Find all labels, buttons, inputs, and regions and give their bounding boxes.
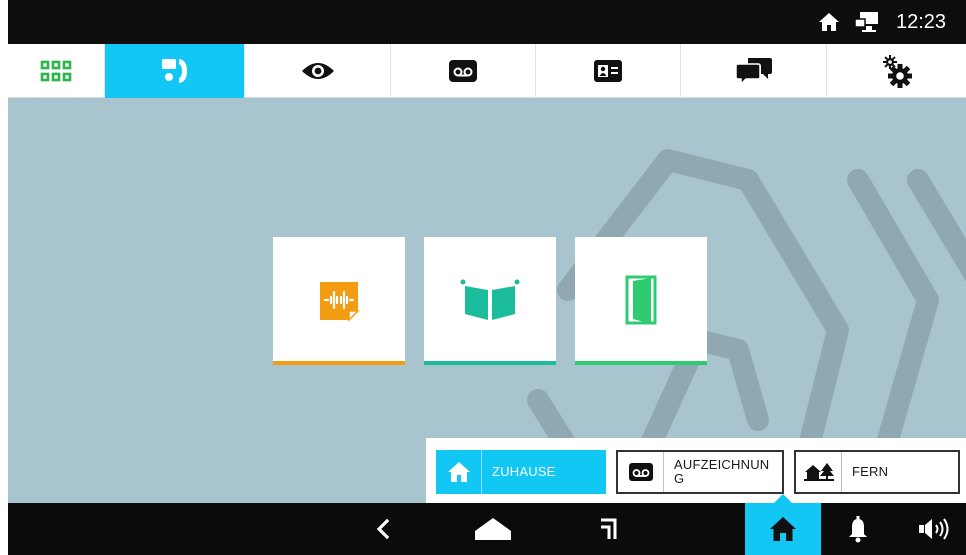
mode-recording-label: AUFZEICHNUN G	[674, 457, 770, 486]
mode-selector: ZUHAUSE AUFZEICHNUN G FERN	[426, 438, 966, 506]
eye-icon	[301, 63, 334, 79]
open-door-icon	[625, 275, 657, 325]
volume-icon	[918, 518, 948, 540]
intercom-screen: 12:23 ZUHAUSE AUFZEICHNUN G FERN	[8, 0, 966, 555]
back-button[interactable]	[358, 503, 408, 555]
tab-settings[interactable]	[827, 44, 966, 98]
apps-grid-icon	[40, 60, 72, 82]
tab-messages[interactable]	[681, 44, 827, 98]
home-button[interactable]	[463, 503, 523, 555]
voicemail-icon	[449, 60, 477, 82]
clock: 12:23	[896, 11, 947, 33]
home-icon	[819, 13, 839, 31]
recent-apps-button[interactable]	[583, 503, 633, 555]
bell-button[interactable]	[828, 503, 888, 555]
tile-accent-bar	[273, 361, 405, 365]
status-bar: 12:23	[8, 0, 966, 44]
mode-recording-button[interactable]: AUFZEICHNUN G	[616, 450, 784, 494]
bell-icon	[849, 516, 867, 543]
intercom-handset-icon	[161, 59, 187, 83]
bottom-navigation-bar	[8, 494, 966, 555]
chat-bubbles-icon	[734, 58, 772, 86]
tab-camera[interactable]	[245, 44, 391, 98]
monitor-icon	[854, 12, 878, 32]
gears-icon	[882, 55, 912, 88]
contact-card-icon	[594, 60, 622, 82]
house-tree-icon	[803, 463, 834, 481]
tab-intercom[interactable]	[105, 44, 245, 98]
voicemail-icon	[628, 463, 653, 481]
main-tab-bar	[8, 44, 966, 98]
tab-apps[interactable]	[8, 44, 105, 98]
tile-accent-bar	[575, 361, 707, 365]
home-button-icon	[475, 518, 511, 540]
volume-button[interactable]	[903, 503, 966, 555]
mode-home-button[interactable]: ZUHAUSE	[436, 450, 606, 494]
mode-home-label: ZUHAUSE	[492, 464, 556, 479]
house-icon	[447, 462, 470, 482]
open-gate-icon	[460, 279, 520, 320]
tile-accent-bar	[424, 361, 556, 365]
mode-away-label: FERN	[852, 464, 889, 479]
tile-gate[interactable]	[424, 237, 556, 365]
back-icon	[376, 518, 390, 540]
recent-apps-icon	[601, 518, 617, 539]
tab-contacts[interactable]	[536, 44, 681, 98]
home-mode-button[interactable]	[745, 494, 821, 555]
tab-recordings[interactable]	[391, 44, 536, 98]
tile-door[interactable]	[575, 237, 707, 365]
home-mode-icon	[770, 517, 796, 541]
audio-note-icon	[320, 282, 360, 322]
mode-away-button[interactable]: FERN	[794, 450, 960, 494]
tile-audio-note[interactable]	[273, 237, 405, 365]
